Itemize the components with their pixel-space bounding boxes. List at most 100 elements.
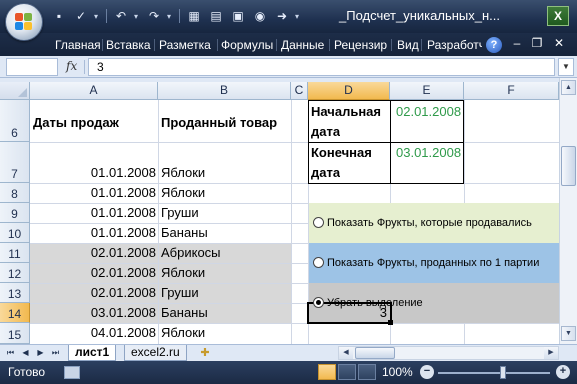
row-header-6[interactable]: 6 (0, 100, 30, 142)
table-row-item[interactable]: Яблоки (161, 165, 205, 181)
scroll-left-icon[interactable]: ◀ (339, 347, 353, 359)
table-row-date[interactable]: 01.01.2008 (30, 205, 156, 221)
column-header-b[interactable]: B (158, 82, 291, 100)
column-header-a[interactable]: A (30, 82, 158, 100)
table-row-date[interactable]: 02.01.2008 (30, 265, 156, 281)
zoom-level[interactable]: 100% (382, 365, 413, 379)
save-icon[interactable]: ▪ (50, 7, 68, 25)
first-sheet-icon[interactable]: ⏮ (4, 346, 17, 359)
radio-button[interactable] (313, 217, 324, 228)
tab-view[interactable]: Вид (397, 36, 419, 56)
scroll-thumb[interactable] (355, 347, 395, 359)
table-row-date[interactable]: 04.01.2008 (30, 325, 156, 341)
zoom-slider-thumb[interactable] (500, 366, 506, 379)
radio-button[interactable] (313, 257, 324, 268)
column-header-c[interactable]: C (291, 82, 308, 100)
start-date-value[interactable]: 02.01.2008 (396, 104, 461, 120)
insert-sheet-icon[interactable]: ✚ (196, 346, 214, 360)
table-row-item[interactable]: Бананы (161, 225, 208, 241)
row-header-7[interactable]: 7 (0, 142, 30, 183)
insert-function-icon[interactable]: fx (66, 59, 77, 73)
table-row-item[interactable]: Яблоки (161, 325, 205, 341)
row-header-8[interactable]: 8 (0, 183, 30, 203)
undo-icon[interactable]: ↶ (112, 7, 130, 25)
fill-handle[interactable] (388, 320, 393, 325)
close-icon[interactable]: ✕ (552, 36, 566, 50)
column-header-d[interactable]: D (308, 82, 390, 100)
chevron-down-icon[interactable]: ▾ (94, 12, 101, 21)
table-row-date[interactable]: 01.01.2008 (30, 165, 156, 181)
row-header-14[interactable]: 14 (0, 303, 30, 323)
horizontal-scrollbar[interactable]: ◀ ▶ (338, 346, 559, 360)
table-row-date[interactable]: 02.01.2008 (30, 285, 156, 301)
restore-icon[interactable]: ❐ (530, 36, 544, 50)
tab-insert[interactable]: Вставка (106, 36, 151, 56)
chevron-down-icon[interactable]: ▾ (167, 12, 174, 21)
column-header-f[interactable]: F (464, 82, 559, 100)
end-date-value[interactable]: 03.01.2008 (396, 145, 461, 161)
sheet-tab-list1[interactable]: лист1 (68, 345, 117, 361)
tab-review[interactable]: Рецензир (334, 36, 388, 56)
page-break-view-icon[interactable] (358, 364, 376, 380)
formula-input[interactable]: 3 (88, 58, 555, 76)
sheet-tab-excel2[interactable]: excel2.ru (124, 345, 187, 361)
chevron-down-icon[interactable]: ▾ (134, 12, 141, 21)
option-show-single-batch[interactable]: Показать Фрукты, проданных по 1 партии (308, 251, 557, 275)
table-row-item[interactable]: Абрикосы (161, 245, 221, 261)
scroll-right-icon[interactable]: ▶ (544, 347, 558, 359)
tab-home[interactable]: Главная (55, 36, 101, 56)
row-header-15[interactable]: 15 (0, 323, 30, 344)
vertical-scrollbar[interactable]: ▲ ▼ (559, 78, 577, 344)
header-product: Проданный товар (161, 115, 278, 130)
table-row-item[interactable]: Яблоки (161, 265, 205, 281)
chart-icon[interactable]: ▣ (229, 7, 247, 25)
chevron-down-icon[interactable]: ▼ (558, 58, 574, 76)
form-icon[interactable]: ▦ (185, 7, 203, 25)
scroll-up-icon[interactable]: ▲ (561, 80, 576, 95)
chevron-down-icon[interactable]: ▾ (295, 12, 302, 21)
row-header-12[interactable]: 12 (0, 263, 30, 283)
page-layout-view-icon[interactable] (338, 364, 356, 380)
table-row-item[interactable]: Яблоки (161, 185, 205, 201)
filter-icon[interactable]: ▤ (207, 7, 225, 25)
column-header-e[interactable]: E (390, 82, 464, 100)
options-icon[interactable]: ◉ (251, 7, 269, 25)
zoom-out-icon[interactable]: − (420, 365, 434, 379)
select-all-button[interactable] (0, 82, 30, 100)
minimize-icon[interactable]: – (510, 36, 524, 50)
macro-record-icon[interactable] (64, 366, 80, 379)
table-row-date[interactable]: 01.01.2008 (30, 225, 156, 241)
tab-formulas[interactable]: Формулы (221, 36, 273, 56)
option-show-sold-fruits[interactable]: Показать Фрукты, которые продавались (308, 211, 557, 235)
table-row-item[interactable]: Груши (161, 205, 199, 221)
tab-data[interactable]: Данные (281, 36, 324, 56)
tab-page-layout[interactable]: Разметка (159, 36, 211, 56)
help-icon[interactable]: ? (486, 37, 502, 53)
name-box[interactable] (6, 58, 58, 76)
scroll-down-icon[interactable]: ▼ (561, 326, 576, 341)
row-header-13[interactable]: 13 (0, 283, 30, 303)
option-clear-selection[interactable]: Убрать выделение (308, 291, 557, 315)
table-row-date[interactable]: 03.01.2008 (30, 305, 156, 321)
zoom-in-icon[interactable]: + (556, 365, 570, 379)
table-row-item[interactable]: Груши (161, 285, 199, 301)
worksheet-grid[interactable]: A B C D E F 6 7 8 9 10 11 12 13 14 15 Да… (0, 82, 559, 344)
table-row-date[interactable]: 02.01.2008 (30, 245, 156, 261)
redo-icon[interactable]: ↷ (145, 7, 163, 25)
row-header-11[interactable]: 11 (0, 243, 30, 263)
table-row-item[interactable]: Бананы (161, 305, 208, 321)
spellcheck-icon[interactable]: ✓ (72, 7, 90, 25)
row-header-10[interactable]: 10 (0, 223, 30, 243)
radio-button-selected[interactable] (313, 297, 324, 308)
last-sheet-icon[interactable]: ⏭ (49, 346, 62, 359)
row-header-9[interactable]: 9 (0, 203, 30, 223)
prev-sheet-icon[interactable]: ◀ (19, 346, 32, 359)
next-sheet-icon[interactable]: ▶ (34, 346, 47, 359)
scroll-thumb[interactable] (561, 146, 576, 186)
zoom-slider[interactable] (438, 372, 550, 374)
forward-icon[interactable]: ➜ (273, 7, 291, 25)
normal-view-icon[interactable] (318, 364, 336, 380)
office-button[interactable] (5, 3, 43, 41)
table-row-date[interactable]: 01.01.2008 (30, 185, 156, 201)
tab-developer[interactable]: Разработч (427, 36, 482, 56)
